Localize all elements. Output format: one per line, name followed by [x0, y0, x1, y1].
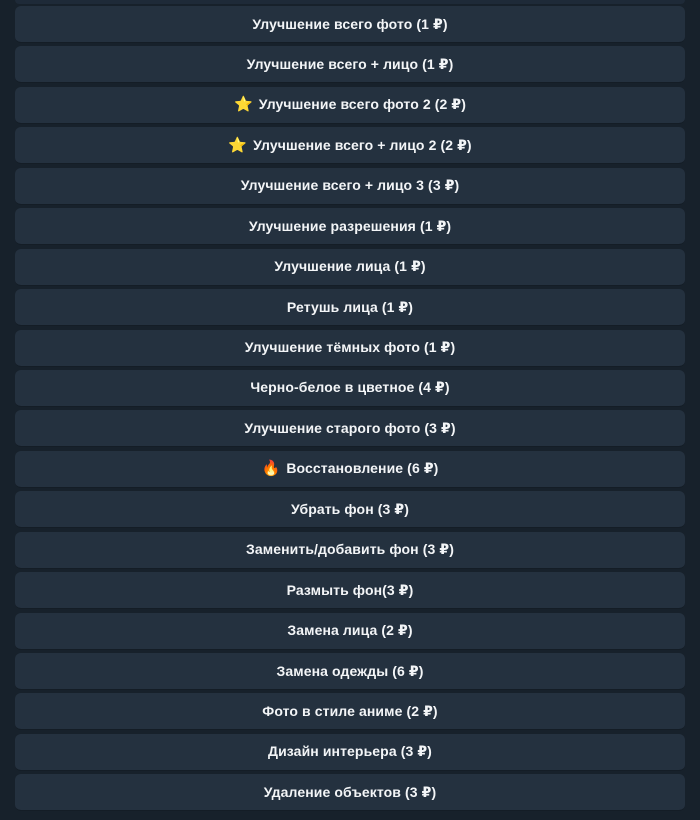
button-enhance-face[interactable]: Улучшение лица (1 ₽)	[15, 248, 685, 286]
button-interior-design[interactable]: Дизайн интерьера (3 ₽)	[15, 733, 685, 771]
button-label: Размыть фон(3 ₽)	[286, 581, 414, 598]
button-label: Улучшение всего фото 2 (2 ₽)	[258, 96, 466, 113]
button-remove-background[interactable]: Убрать фон (3 ₽)	[15, 491, 685, 529]
button-label: Улучшение всего + лицо 2 (2 ₽)	[253, 136, 472, 153]
button-label: Дизайн интерьера (3 ₽)	[268, 743, 432, 760]
button-enhance-dark-photo[interactable]: Улучшение тёмных фото (1 ₽)	[15, 329, 685, 367]
button-label: Замена лица (2 ₽)	[287, 622, 413, 639]
button-face-retouch[interactable]: Ретушь лица (1 ₽)	[15, 289, 685, 327]
button-enhance-whole-photo-2[interactable]: ⭐ Улучшение всего фото 2 (2 ₽)	[15, 86, 685, 124]
button-replace-background[interactable]: Заменить/добавить фон (3 ₽)	[15, 531, 685, 569]
button-upscale-resolution[interactable]: Улучшение разрешения (1 ₽)	[15, 208, 685, 246]
button-label: Замена одежды (6 ₽)	[276, 662, 424, 679]
fire-icon: 🔥	[261, 459, 281, 478]
button-enhance-whole-plus-face[interactable]: Улучшение всего + лицо (1 ₽)	[15, 46, 685, 84]
button-label: Черно-белое в цветное (4 ₽)	[250, 379, 450, 396]
button-colorize[interactable]: Черно-белое в цветное (4 ₽)	[15, 369, 685, 407]
button-label: Улучшение всего + лицо 3 (3 ₽)	[240, 177, 460, 194]
button-label: Улучшение старого фото (3 ₽)	[244, 419, 456, 436]
previous-button-edge	[15, 0, 685, 4]
button-label: Заменить/добавить фон (3 ₽)	[246, 541, 454, 558]
button-enhance-old-photo[interactable]: Улучшение старого фото (3 ₽)	[15, 410, 685, 448]
button-restoration[interactable]: 🔥 Восстановление (6 ₽)	[15, 450, 685, 488]
button-label: Улучшение лица (1 ₽)	[274, 258, 426, 275]
button-label: Улучшение всего фото (1 ₽)	[252, 15, 448, 32]
button-enhance-whole-plus-face-2[interactable]: ⭐ Улучшение всего + лицо 2 (2 ₽)	[15, 127, 685, 165]
button-clothes-swap[interactable]: Замена одежды (6 ₽)	[15, 653, 685, 690]
button-enhance-whole-photo[interactable]: Улучшение всего фото (1 ₽)	[15, 6, 685, 43]
button-label: Восстановление (6 ₽)	[286, 460, 439, 477]
button-blur-background[interactable]: Размыть фон(3 ₽)	[15, 572, 685, 610]
star-icon: ⭐	[228, 135, 248, 154]
button-label: Убрать фон (3 ₽)	[290, 500, 409, 517]
button-anime-style[interactable]: Фото в стиле аниме (2 ₽)	[15, 693, 685, 731]
button-enhance-whole-plus-face-3[interactable]: Улучшение всего + лицо 3 (3 ₽)	[15, 167, 685, 205]
star-icon: ⭐	[234, 95, 253, 114]
button-label: Улучшение тёмных фото (1 ₽)	[244, 339, 456, 355]
reply-keyboard: Улучшение всего фото (1 ₽) Улучшение все…	[0, 0, 700, 820]
button-label: Улучшение всего + лицо (1 ₽)	[246, 55, 454, 72]
button-label: Фото в стиле аниме (2 ₽)	[262, 702, 438, 719]
button-label: Удаление объектов (3 ₽)	[263, 783, 437, 800]
button-remove-objects[interactable]: Удаление объектов (3 ₽)	[15, 774, 685, 812]
button-face-swap[interactable]: Замена лица (2 ₽)	[15, 612, 685, 650]
button-label: Ретушь лица (1 ₽)	[286, 298, 414, 315]
button-label: Улучшение разрешения (1 ₽)	[248, 217, 452, 234]
